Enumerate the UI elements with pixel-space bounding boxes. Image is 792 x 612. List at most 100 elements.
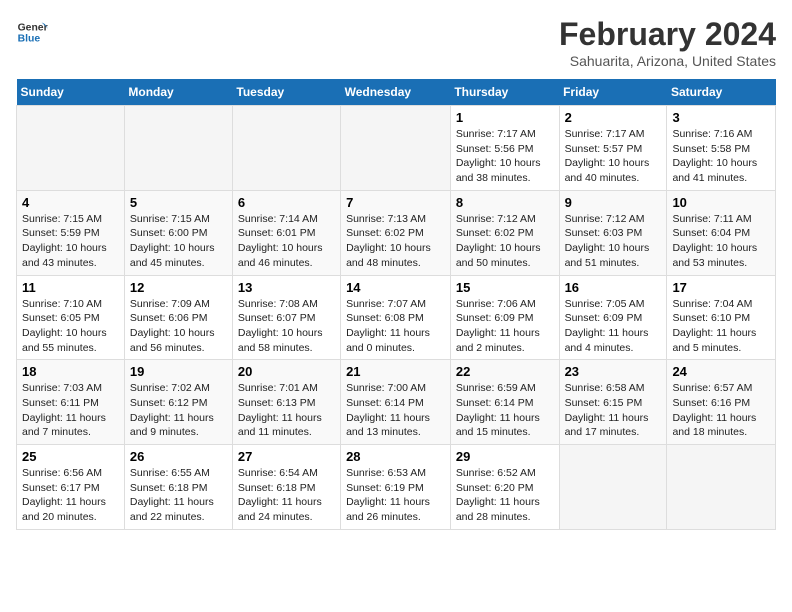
page-title: February 2024 [559,16,776,53]
day-number: 21 [346,364,445,379]
day-info: Sunrise: 7:12 AM Sunset: 6:02 PM Dayligh… [456,212,554,271]
day-number: 24 [672,364,770,379]
calendar-cell: 9 Sunrise: 7:12 AM Sunset: 6:03 PM Daylig… [559,190,667,275]
day-number: 29 [456,449,554,464]
day-number: 14 [346,280,445,295]
day-info: Sunrise: 7:09 AM Sunset: 6:06 PM Dayligh… [130,297,227,356]
day-number: 6 [238,195,335,210]
day-info: Sunrise: 7:12 AM Sunset: 6:03 PM Dayligh… [565,212,662,271]
calendar-week-5: 25Sunrise: 6:56 AM Sunset: 6:17 PM Dayli… [17,445,776,530]
day-info: Sunrise: 7:00 AM Sunset: 6:14 PM Dayligh… [346,381,445,440]
calendar-cell: 16 Sunrise: 7:05 AM Sunset: 6:09 PM Dayli… [559,275,667,360]
logo: General Blue [16,16,48,48]
calendar-cell: 25Sunrise: 6:56 AM Sunset: 6:17 PM Dayli… [17,445,125,530]
calendar-cell: 1 Sunrise: 7:17 AM Sunset: 5:56 PM Daylig… [450,106,559,191]
calendar-week-2: 4 Sunrise: 7:15 AM Sunset: 5:59 PM Daylig… [17,190,776,275]
calendar-cell: 3 Sunrise: 7:16 AM Sunset: 5:58 PM Daylig… [667,106,776,191]
day-info: Sunrise: 7:13 AM Sunset: 6:02 PM Dayligh… [346,212,445,271]
column-header-saturday: Saturday [667,79,776,106]
title-area: February 2024 Sahuarita, Arizona, United… [559,16,776,69]
column-header-thursday: Thursday [450,79,559,106]
svg-text:Blue: Blue [18,34,41,45]
day-info: Sunrise: 7:07 AM Sunset: 6:08 PM Dayligh… [346,297,445,356]
day-number: 1 [456,110,554,125]
day-number: 23 [565,364,662,379]
day-info: Sunrise: 7:05 AM Sunset: 6:09 PM Dayligh… [565,297,662,356]
calendar-week-3: 11 Sunrise: 7:10 AM Sunset: 6:05 PM Dayli… [17,275,776,360]
calendar-cell: 19Sunrise: 7:02 AM Sunset: 6:12 PM Dayli… [124,360,232,445]
logo-icon: General Blue [16,16,48,48]
header: General Blue February 2024 Sahuarita, Ar… [16,16,776,69]
day-info: Sunrise: 7:16 AM Sunset: 5:58 PM Dayligh… [672,127,770,186]
column-header-tuesday: Tuesday [232,79,340,106]
calendar-cell: 24 Sunrise: 6:57 AM Sunset: 6:16 PM Dayli… [667,360,776,445]
calendar-cell: 29Sunrise: 6:52 AM Sunset: 6:20 PM Dayli… [450,445,559,530]
day-info: Sunrise: 7:17 AM Sunset: 5:56 PM Dayligh… [456,127,554,186]
day-info: Sunrise: 7:17 AM Sunset: 5:57 PM Dayligh… [565,127,662,186]
calendar-cell [667,445,776,530]
day-info: Sunrise: 7:03 AM Sunset: 6:11 PM Dayligh… [22,381,119,440]
calendar-cell: 2 Sunrise: 7:17 AM Sunset: 5:57 PM Daylig… [559,106,667,191]
day-number: 26 [130,449,227,464]
calendar-cell: 26Sunrise: 6:55 AM Sunset: 6:18 PM Dayli… [124,445,232,530]
calendar-cell: 20 Sunrise: 7:01 AM Sunset: 6:13 PM Dayli… [232,360,340,445]
day-info: Sunrise: 6:59 AM Sunset: 6:14 PM Dayligh… [456,381,554,440]
day-info: Sunrise: 6:54 AM Sunset: 6:18 PM Dayligh… [238,466,335,525]
day-number: 27 [238,449,335,464]
calendar-cell [124,106,232,191]
day-number: 22 [456,364,554,379]
day-info: Sunrise: 6:57 AM Sunset: 6:16 PM Dayligh… [672,381,770,440]
calendar-cell: 7Sunrise: 7:13 AM Sunset: 6:02 PM Daylig… [341,190,451,275]
day-number: 9 [565,195,662,210]
day-info: Sunrise: 7:15 AM Sunset: 6:00 PM Dayligh… [130,212,227,271]
calendar-cell: 5Sunrise: 7:15 AM Sunset: 6:00 PM Daylig… [124,190,232,275]
calendar-cell: 23 Sunrise: 6:58 AM Sunset: 6:15 PM Dayli… [559,360,667,445]
day-number: 4 [22,195,119,210]
day-number: 10 [672,195,770,210]
calendar-cell: 8 Sunrise: 7:12 AM Sunset: 6:02 PM Daylig… [450,190,559,275]
day-number: 12 [130,280,227,295]
day-number: 16 [565,280,662,295]
day-number: 15 [456,280,554,295]
day-info: Sunrise: 7:15 AM Sunset: 5:59 PM Dayligh… [22,212,119,271]
calendar-cell [232,106,340,191]
day-info: Sunrise: 7:10 AM Sunset: 6:05 PM Dayligh… [22,297,119,356]
day-info: Sunrise: 7:04 AM Sunset: 6:10 PM Dayligh… [672,297,770,356]
calendar-week-4: 18 Sunrise: 7:03 AM Sunset: 6:11 PM Dayli… [17,360,776,445]
day-number: 20 [238,364,335,379]
day-number: 2 [565,110,662,125]
day-number: 11 [22,280,119,295]
day-info: Sunrise: 7:08 AM Sunset: 6:07 PM Dayligh… [238,297,335,356]
calendar-cell: 6 Sunrise: 7:14 AM Sunset: 6:01 PM Daylig… [232,190,340,275]
calendar-week-1: 1 Sunrise: 7:17 AM Sunset: 5:56 PM Daylig… [17,106,776,191]
calendar-cell: 4 Sunrise: 7:15 AM Sunset: 5:59 PM Daylig… [17,190,125,275]
day-info: Sunrise: 7:01 AM Sunset: 6:13 PM Dayligh… [238,381,335,440]
day-info: Sunrise: 7:02 AM Sunset: 6:12 PM Dayligh… [130,381,227,440]
column-header-sunday: Sunday [17,79,125,106]
column-header-friday: Friday [559,79,667,106]
calendar-cell: 17 Sunrise: 7:04 AM Sunset: 6:10 PM Dayli… [667,275,776,360]
calendar-cell: 14 Sunrise: 7:07 AM Sunset: 6:08 PM Dayli… [341,275,451,360]
day-number: 8 [456,195,554,210]
day-info: Sunrise: 7:14 AM Sunset: 6:01 PM Dayligh… [238,212,335,271]
day-info: Sunrise: 7:06 AM Sunset: 6:09 PM Dayligh… [456,297,554,356]
day-number: 28 [346,449,445,464]
page-subtitle: Sahuarita, Arizona, United States [559,53,776,69]
calendar-cell: 11 Sunrise: 7:10 AM Sunset: 6:05 PM Dayli… [17,275,125,360]
day-number: 13 [238,280,335,295]
calendar-cell [341,106,451,191]
column-header-monday: Monday [124,79,232,106]
day-number: 25 [22,449,119,464]
calendar-cell [559,445,667,530]
column-header-wednesday: Wednesday [341,79,451,106]
calendar-cell: 28Sunrise: 6:53 AM Sunset: 6:19 PM Dayli… [341,445,451,530]
calendar-cell: 27 Sunrise: 6:54 AM Sunset: 6:18 PM Dayli… [232,445,340,530]
day-number: 3 [672,110,770,125]
day-info: Sunrise: 7:11 AM Sunset: 6:04 PM Dayligh… [672,212,770,271]
calendar-cell: 18 Sunrise: 7:03 AM Sunset: 6:11 PM Dayli… [17,360,125,445]
calendar-table: SundayMondayTuesdayWednesdayThursdayFrid… [16,79,776,530]
day-number: 17 [672,280,770,295]
day-number: 18 [22,364,119,379]
calendar-cell: 12 Sunrise: 7:09 AM Sunset: 6:06 PM Dayli… [124,275,232,360]
day-info: Sunrise: 6:58 AM Sunset: 6:15 PM Dayligh… [565,381,662,440]
